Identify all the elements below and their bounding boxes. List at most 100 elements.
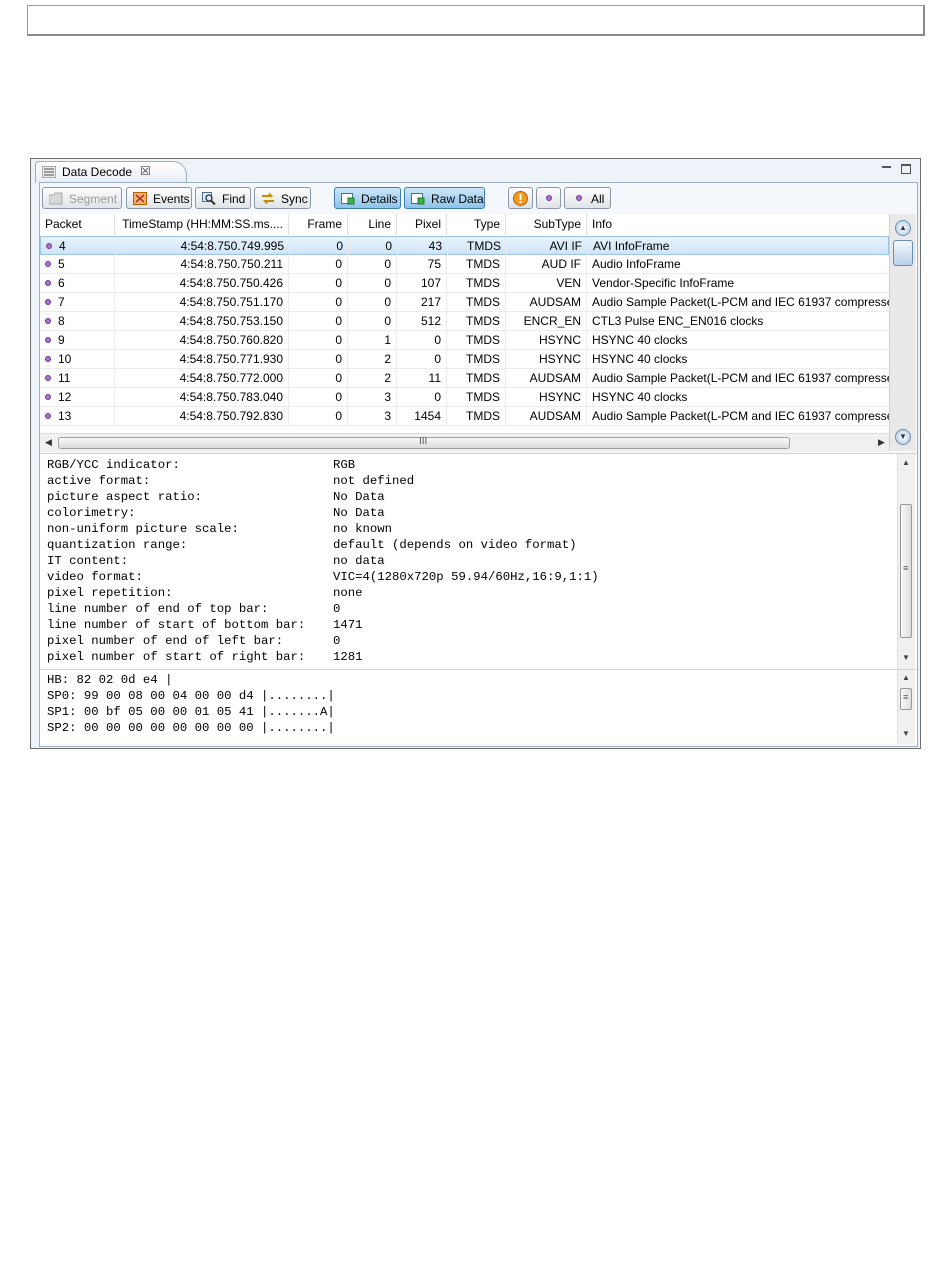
detail-line: line number of end of top bar: 0 (47, 601, 887, 617)
table-cell-frame: 0 (289, 293, 348, 311)
horizontal-scroll-thumb[interactable]: III (58, 436, 790, 449)
table-row[interactable]: 7 4:54:8.750.751.170 0 0 217 TMDS AUDSAM Audio … (40, 293, 889, 312)
detail-line: pixel number of end of left bar: 0 (47, 633, 887, 649)
table-row[interactable]: 12 4:54:8.750.783.040 0 3 0 TMDS HSYNC HSYNC 40… (40, 388, 889, 407)
cell-text: TMDS (466, 352, 500, 366)
column-header[interactable]: Line (348, 214, 397, 235)
packet-dot-icon (45, 280, 51, 286)
detail-key: active format: (47, 474, 151, 488)
details-scrollbar[interactable]: ▲ ≡ ▼ (897, 454, 915, 669)
table-row[interactable]: 10 4:54:8.750.771.930 0 2 0 TMDS HSYNC HSYNC 40… (40, 350, 889, 369)
cell-text: 0 (335, 409, 342, 423)
cell-text: 0 (434, 352, 441, 366)
detail-value: 1281 (333, 650, 363, 664)
raw-data-label: Raw Data (431, 192, 484, 206)
cell-text: HSYNC (538, 352, 581, 366)
scroll-left-icon[interactable]: ◀ (45, 437, 52, 448)
detail-key: IT content: (47, 554, 129, 568)
cell-text: 0 (335, 352, 342, 366)
cell-text: 0 (384, 276, 391, 290)
scroll-up-icon[interactable]: ▲ (902, 458, 910, 467)
detail-value: RGB (333, 458, 356, 472)
scroll-down-icon[interactable]: ▼ (902, 653, 910, 662)
vertical-scroll-thumb[interactable] (893, 240, 913, 266)
detail-value: default (depends on video format) (333, 538, 577, 552)
detail-key: line number of start of bottom bar: (47, 618, 306, 632)
vertical-scrollbar[interactable]: ▲ ▼ (889, 214, 916, 451)
sync-button[interactable]: Sync (254, 187, 311, 209)
table-body: 4 4:54:8.750.749.995 0 0 43 TMDS AVI IF AVI Inf… (40, 236, 889, 433)
detail-key: pixel number of start of right bar: (47, 650, 306, 664)
cell-text: 4:54:8.750.751.170 (179, 295, 283, 309)
events-button[interactable]: Events (126, 187, 192, 209)
horizontal-scrollbar[interactable]: ◀ III ▶ (40, 433, 889, 452)
error-filter-button[interactable] (508, 187, 533, 209)
column-header[interactable]: TimeStamp (HH:MM:SS.ms.... (115, 214, 289, 235)
scroll-up-icon[interactable]: ▲ (895, 220, 911, 236)
raw-data-button[interactable]: Raw Data (404, 187, 485, 209)
details-button[interactable]: Details (334, 187, 401, 209)
tab-data-decode[interactable]: Data Decode ☒ (35, 161, 187, 183)
table-row[interactable]: 8 4:54:8.750.753.150 0 0 512 TMDS ENCR_EN CTL3 … (40, 312, 889, 331)
sync-icon (262, 192, 274, 205)
details-scroll-thumb[interactable]: ≡ (900, 504, 912, 638)
packet-dot-icon (45, 299, 51, 305)
table-row[interactable]: 5 4:54:8.750.750.211 0 0 75 TMDS AUD IF Audio I… (40, 255, 889, 274)
table-row[interactable]: 11 4:54:8.750.772.000 0 2 11 TMDS AUDSAM Audio … (40, 369, 889, 388)
table-cell-packet: 8 (40, 312, 115, 330)
tab-bar: Data Decode ☒ (31, 159, 920, 183)
column-header[interactable]: Pixel (397, 214, 447, 235)
cell-text: TMDS (466, 409, 500, 423)
table-cell-type: TMDS (447, 388, 506, 406)
detail-line: RGB/YCC indicator: RGB (47, 457, 887, 473)
column-header[interactable]: Info (587, 214, 889, 235)
table-cell-line: 1 (348, 331, 397, 349)
all-filter-button[interactable]: All (564, 187, 611, 209)
cell-text: 10 (58, 352, 72, 366)
column-header[interactable]: Frame (289, 214, 348, 235)
dot-icon (576, 195, 582, 201)
packet-dot-icon (45, 413, 51, 419)
column-header[interactable]: Packet (40, 214, 115, 235)
table-row[interactable]: 4 4:54:8.750.749.995 0 0 43 TMDS AVI IF AVI Inf… (40, 236, 889, 255)
detail-key: RGB/YCC indicator: (47, 458, 180, 472)
minimize-icon[interactable] (882, 162, 892, 172)
table-cell-frame: 0 (289, 312, 348, 330)
details-label: Details (361, 192, 398, 206)
table-row[interactable]: 13 4:54:8.750.792.830 0 3 1454 TMDS AUDSAM Audi… (40, 407, 889, 426)
segment-button[interactable]: Segment (42, 187, 122, 209)
table-cell-packet: 4 (41, 237, 116, 255)
detail-value: no data (333, 554, 385, 568)
table-cell-packet: 5 (40, 255, 115, 273)
cell-text: VEN (556, 276, 581, 290)
cell-text: 0 (385, 239, 392, 253)
close-icon[interactable]: ☒ (140, 164, 151, 178)
dot-filter-button[interactable] (536, 187, 561, 209)
column-header[interactable]: SubType (506, 214, 587, 235)
maximize-icon[interactable] (901, 164, 911, 174)
table-cell-info: HSYNC 40 clocks (587, 331, 889, 349)
table-cell-frame: 0 (289, 274, 348, 292)
scroll-down-icon[interactable]: ▼ (902, 729, 910, 738)
folder-icon (49, 192, 63, 205)
find-button[interactable]: Find (195, 187, 251, 209)
table-row[interactable]: 9 4:54:8.750.760.820 0 1 0 TMDS HSYNC HSYNC 40 … (40, 331, 889, 350)
column-header[interactable]: Type (447, 214, 506, 235)
cell-text: 4:54:8.750.772.000 (179, 371, 283, 385)
scroll-up-icon[interactable]: ▲ (902, 673, 910, 682)
scroll-right-icon[interactable]: ▶ (878, 437, 885, 448)
cell-text: 3 (384, 409, 391, 423)
raw-scrollbar[interactable]: ▲ ≡ ▼ (897, 670, 915, 744)
table-cell-info: HSYNC 40 clocks (587, 350, 889, 368)
cell-text: 107 (420, 276, 441, 290)
scroll-down-icon[interactable]: ▼ (895, 429, 911, 445)
cell-text: 4:54:8.750.750.211 (180, 257, 283, 271)
table-cell-packet: 9 (40, 331, 115, 349)
table-cell-time: 4:54:8.750.760.820 (115, 331, 289, 349)
raw-scroll-thumb[interactable]: ≡ (900, 688, 912, 710)
cell-text: AVI InfoFrame (593, 239, 670, 253)
cell-text: 8 (58, 314, 65, 328)
table-row[interactable]: 6 4:54:8.750.750.426 0 0 107 TMDS VEN Vendor-Sp… (40, 274, 889, 293)
table-cell-frame: 0 (289, 255, 348, 273)
detail-line: non-uniform picture scale: no known (47, 521, 887, 537)
